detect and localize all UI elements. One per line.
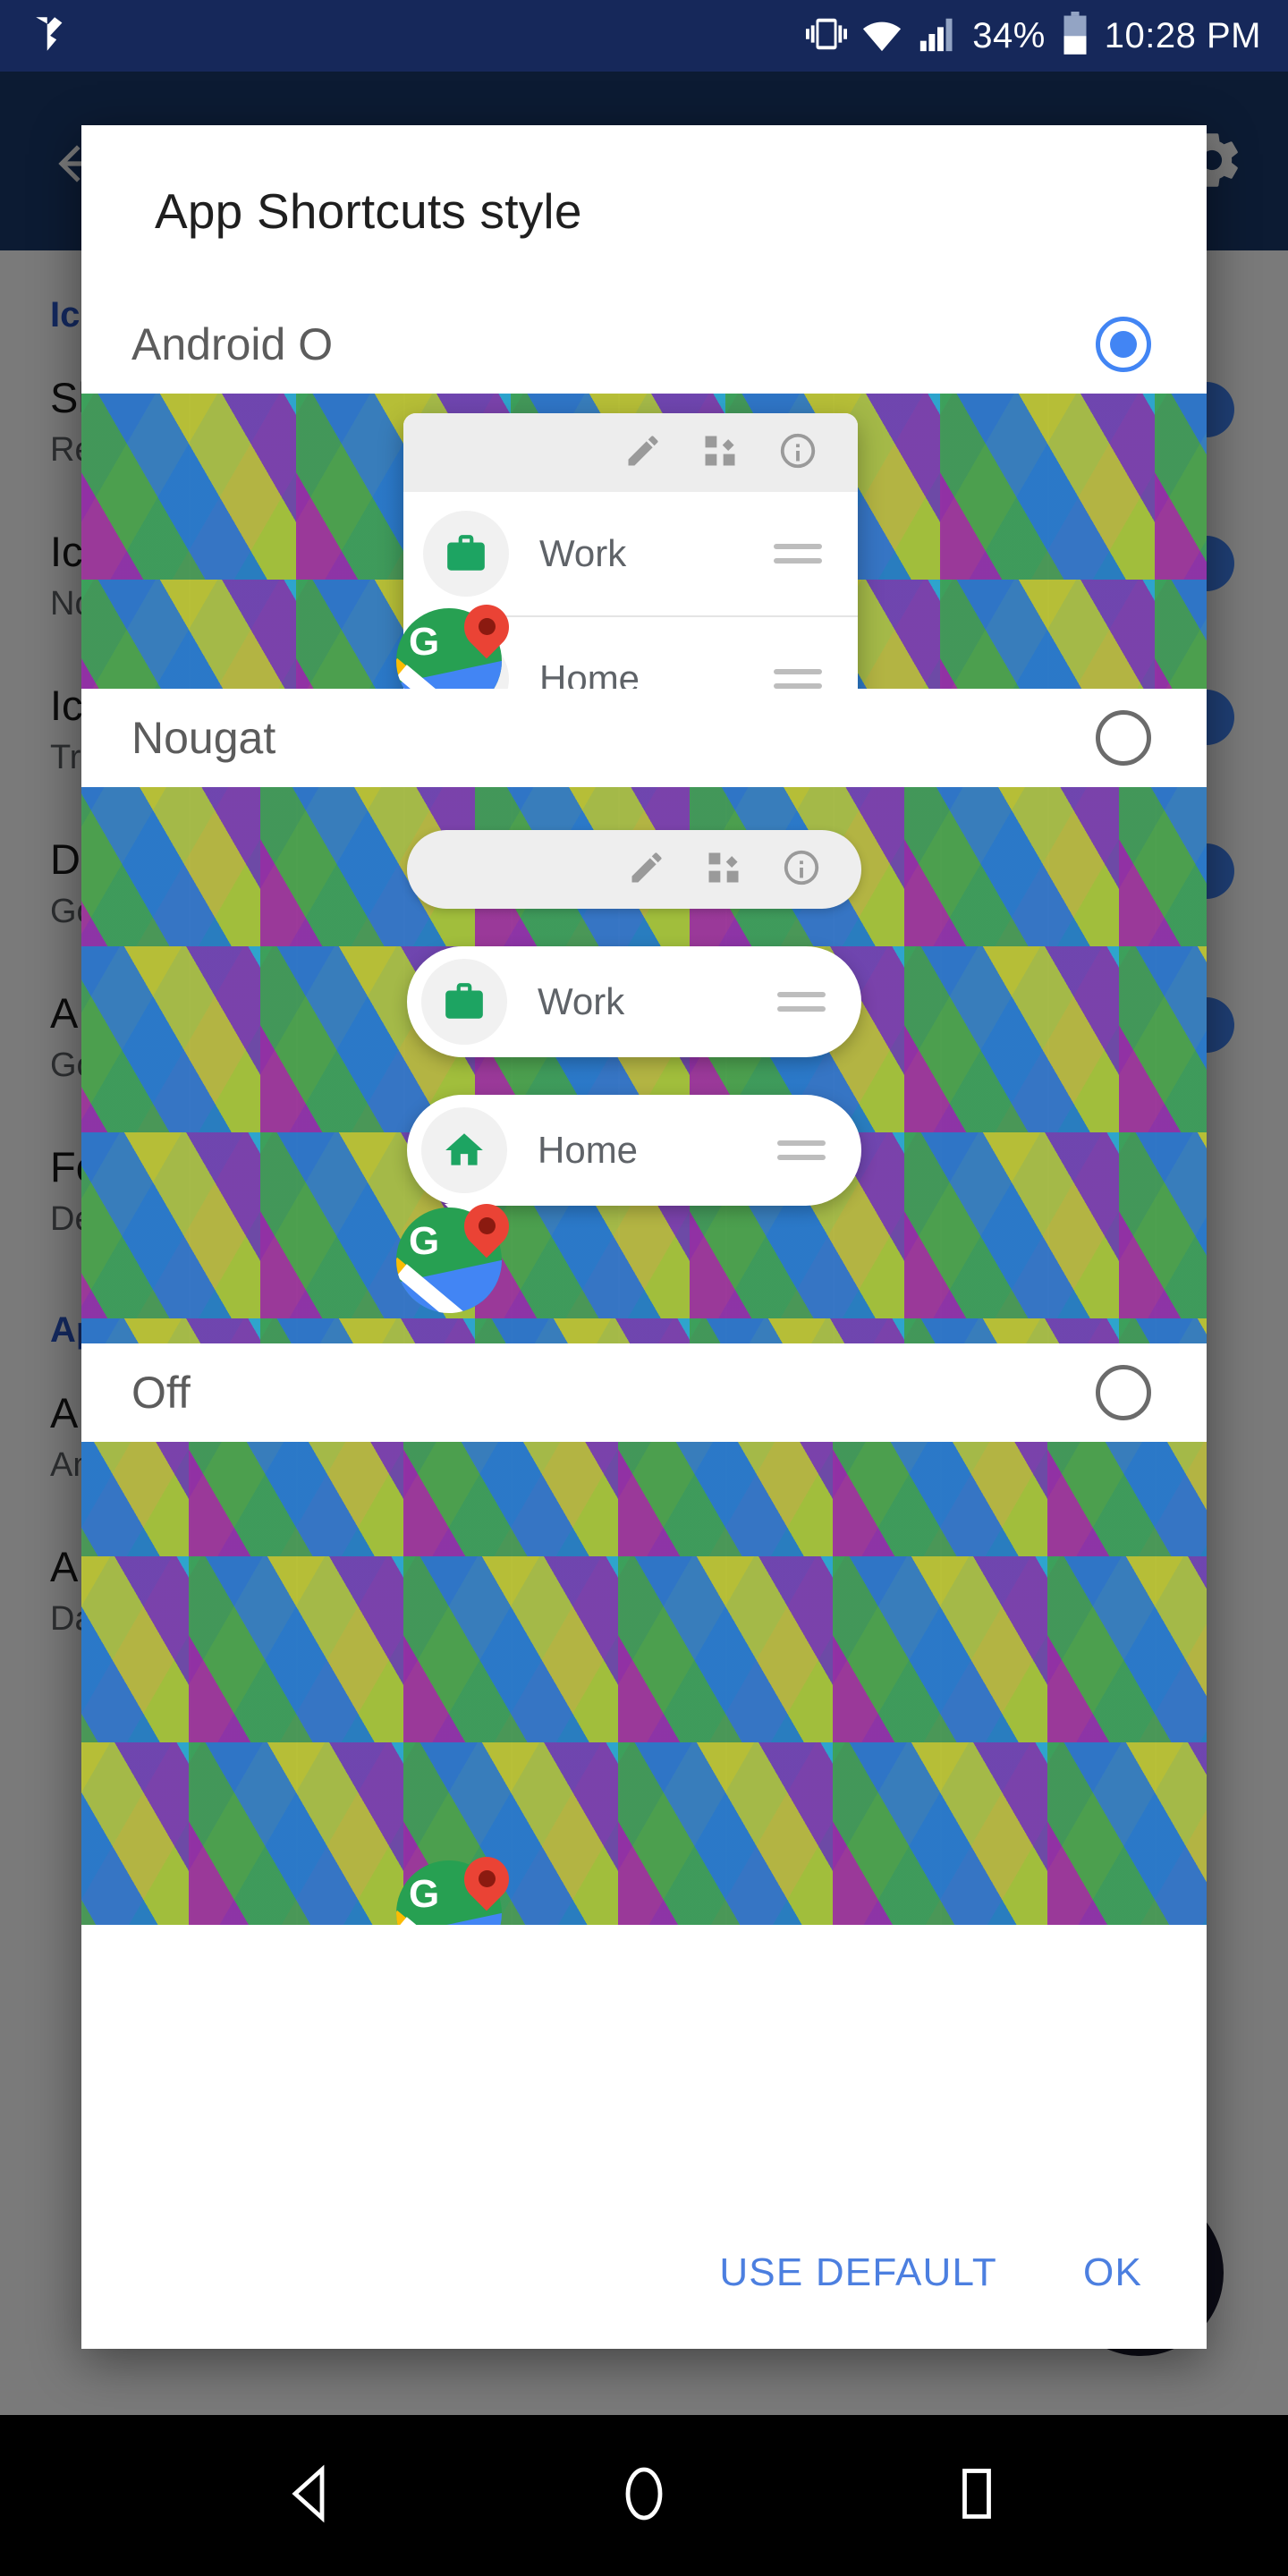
dialog-actions: USE DEFAULT OK xyxy=(81,2197,1207,2349)
clock-label: 10:28 PM xyxy=(1104,15,1261,55)
nav-recents-icon[interactable] xyxy=(945,2462,1009,2530)
navigation-bar xyxy=(0,2415,1288,2576)
home-icon xyxy=(421,1107,507,1193)
shortcut-label: Work xyxy=(538,980,625,1022)
maps-g-letter: G xyxy=(409,1872,440,1916)
shortcut-label: Home xyxy=(538,1129,639,1171)
signal-icon xyxy=(917,13,958,59)
drag-handle-icon[interactable] xyxy=(777,1131,826,1169)
shortcut-label: Home xyxy=(539,657,640,689)
nav-home-icon[interactable] xyxy=(612,2462,676,2530)
pencil-icon[interactable] xyxy=(627,848,666,892)
info-icon[interactable] xyxy=(781,847,822,893)
option-label: Off xyxy=(131,1368,191,1418)
battery-percent-label: 34% xyxy=(972,15,1046,55)
maps-pin-icon xyxy=(454,1194,519,1263)
dialog-body[interactable]: Android O Work Home G Nougat Work Home G… xyxy=(81,240,1207,2197)
maps-pin-icon xyxy=(454,595,519,664)
radio-off[interactable] xyxy=(1096,1365,1151,1420)
pencil-icon[interactable] xyxy=(623,431,663,475)
preview-off: G xyxy=(81,1442,1207,1925)
drag-handle-icon[interactable] xyxy=(774,660,822,689)
app-logo-icon xyxy=(30,12,75,61)
maps-g-letter: G xyxy=(409,620,440,664)
widgets-icon[interactable] xyxy=(700,431,740,475)
radio-android-o[interactable] xyxy=(1096,317,1151,372)
nav-back-icon[interactable] xyxy=(279,2462,343,2530)
wifi-icon xyxy=(861,13,902,59)
battery-icon xyxy=(1060,11,1090,61)
shortcut-item-home[interactable]: Home xyxy=(407,1095,861,1229)
phone-screen: Ic Sh Re Ic No Ic Tr D Go A xyxy=(0,0,1288,2576)
info-icon[interactable] xyxy=(777,430,818,476)
wallpaper xyxy=(81,1442,1207,1925)
preview-android-o: Work Home G xyxy=(81,394,1207,689)
option-row-nougat[interactable]: Nougat xyxy=(81,689,1207,787)
option-row-off[interactable]: Off xyxy=(81,1343,1207,1442)
use-default-button[interactable]: USE DEFAULT xyxy=(719,2250,997,2295)
dialog-title: App Shortcuts style xyxy=(155,183,582,239)
drag-handle-icon[interactable] xyxy=(777,983,826,1021)
radio-nougat[interactable] xyxy=(1096,710,1151,766)
option-row-android-o[interactable]: Android O xyxy=(81,295,1207,394)
option-label: Android O xyxy=(131,319,334,369)
shortcut-label: Work xyxy=(539,532,627,574)
briefcase-icon xyxy=(423,511,509,597)
ok-button[interactable]: OK xyxy=(1083,2250,1142,2295)
app-shortcuts-style-dialog: App Shortcuts style Android O Work Home … xyxy=(81,125,1207,2349)
popup-header xyxy=(403,413,858,492)
maps-g-letter: G xyxy=(409,1219,440,1263)
option-label: Nougat xyxy=(131,713,276,763)
widgets-icon[interactable] xyxy=(704,848,743,892)
shortcuts-popup-nougat: Work Home xyxy=(407,830,861,1229)
shortcut-item-work[interactable]: Work xyxy=(403,492,858,615)
popup-header xyxy=(407,830,861,909)
vibrate-icon xyxy=(806,13,848,59)
maps-pin-icon xyxy=(454,1847,519,1916)
shortcut-item-work[interactable]: Work xyxy=(407,946,861,1057)
preview-nougat: Work Home G xyxy=(81,787,1207,1343)
status-bar: 34% 10:28 PM xyxy=(0,0,1288,72)
briefcase-icon xyxy=(421,959,507,1045)
drag-handle-icon[interactable] xyxy=(774,535,822,572)
